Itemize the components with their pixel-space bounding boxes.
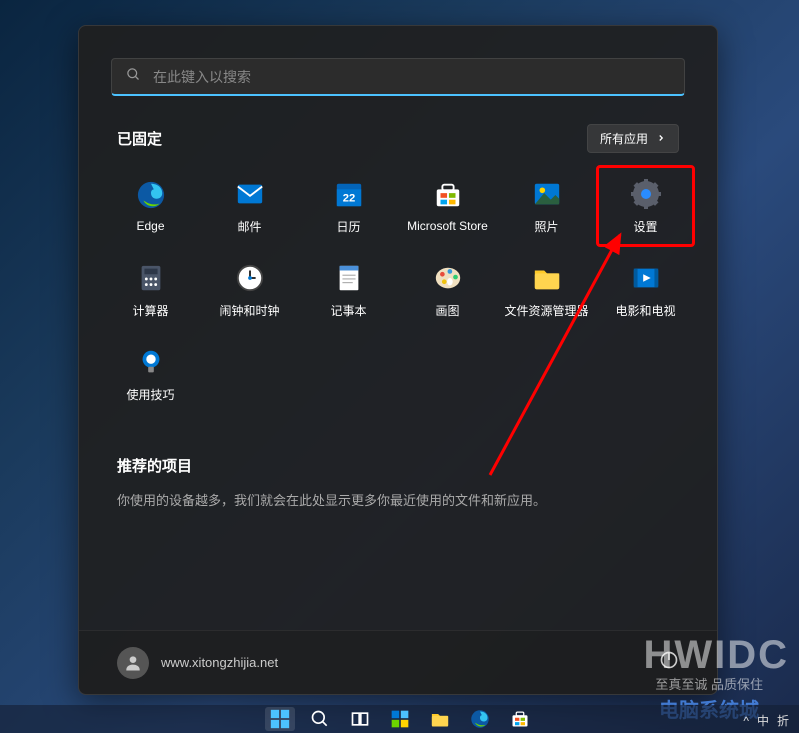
calculator-icon: [135, 262, 167, 294]
settings-icon: [630, 178, 662, 210]
taskbar: [0, 705, 799, 733]
taskbar-search-icon[interactable]: [305, 707, 335, 731]
app-tile-mail[interactable]: 邮件: [200, 165, 299, 247]
recommended-section: 推荐的项目 你使用的设备越多，我们就会在此处显示更多你最近使用的文件和新应用。: [117, 455, 679, 509]
movies-icon: [630, 262, 662, 294]
app-label: 画图: [435, 302, 459, 319]
edge-icon: [135, 179, 167, 211]
search-box[interactable]: [111, 58, 685, 96]
app-label: 日历: [336, 218, 360, 235]
app-label: Edge: [136, 219, 164, 233]
svg-text:22: 22: [342, 192, 355, 204]
app-label: 计算器: [132, 302, 168, 319]
recommended-empty-text: 你使用的设备越多，我们就会在此处显示更多你最近使用的文件和新应用。: [117, 490, 679, 509]
photos-icon: [531, 178, 563, 210]
user-avatar-icon: [117, 647, 149, 679]
all-apps-label: 所有应用: [600, 130, 648, 147]
app-label: 设置: [633, 218, 657, 235]
app-label: 使用技巧: [126, 386, 174, 403]
user-name-label: www.xitongzhijia.net: [161, 655, 278, 670]
taskbar-widgets-icon[interactable]: [385, 707, 415, 731]
search-input[interactable]: [153, 69, 670, 85]
chevron-right-icon: [656, 132, 666, 146]
clock-icon: [234, 262, 266, 294]
app-tile-notepad[interactable]: 记事本: [299, 249, 398, 331]
start-menu: 已固定 所有应用 Edge 邮件 22 日历 Microsoft Store 照片 设置计算…: [78, 25, 718, 695]
user-account-button[interactable]: www.xitongzhijia.net: [117, 647, 278, 679]
app-tile-calendar[interactable]: 22 日历: [299, 165, 398, 247]
notepad-icon: [333, 262, 365, 294]
tray-item[interactable]: ^: [743, 714, 749, 728]
explorer-icon: [531, 262, 563, 294]
system-tray: ^ 中折: [743, 712, 789, 729]
app-tile-edge[interactable]: Edge: [101, 165, 200, 247]
start-menu-footer: www.xitongzhijia.net: [79, 630, 717, 694]
app-label: 闹钟和时钟: [219, 302, 279, 319]
watermark-sub1: 至真至诚 品质保住: [655, 674, 763, 693]
app-tile-explorer[interactable]: 文件资源管理器: [497, 249, 596, 331]
app-tile-tips[interactable]: 使用技巧: [101, 333, 200, 415]
app-label: 电影和电视: [615, 302, 675, 319]
app-tile-clock[interactable]: 闹钟和时钟: [200, 249, 299, 331]
all-apps-button[interactable]: 所有应用: [587, 124, 679, 153]
watermark-main: HWIDC: [643, 633, 789, 678]
app-label: 记事本: [330, 302, 366, 319]
app-tile-movies[interactable]: 电影和电视: [596, 249, 695, 331]
taskbar-explorer-icon[interactable]: [425, 707, 455, 731]
pinned-header: 已固定 所有应用: [117, 124, 679, 153]
mail-icon: [234, 178, 266, 210]
taskbar-edge-icon[interactable]: [465, 707, 495, 731]
pinned-title: 已固定: [117, 128, 162, 149]
app-tile-settings[interactable]: 设置: [596, 165, 695, 247]
taskbar-store-icon[interactable]: [505, 707, 535, 731]
taskbar-taskview-icon[interactable]: [345, 707, 375, 731]
store-icon: [432, 179, 464, 211]
app-label: Microsoft Store: [407, 219, 488, 233]
tips-icon: [135, 346, 167, 378]
app-tile-paint[interactable]: 画图: [398, 249, 497, 331]
app-tile-store[interactable]: Microsoft Store: [398, 165, 497, 247]
recommended-title: 推荐的项目: [117, 455, 679, 476]
taskbar-start-icon[interactable]: [265, 707, 295, 731]
app-label: 照片: [534, 218, 558, 235]
tray-item[interactable]: 折: [777, 712, 789, 729]
app-label: 文件资源管理器: [504, 302, 588, 319]
app-tile-photos[interactable]: 照片: [497, 165, 596, 247]
paint-icon: [432, 262, 464, 294]
search-icon: [126, 67, 141, 87]
calendar-icon: 22: [333, 178, 365, 210]
app-tile-calculator[interactable]: 计算器: [101, 249, 200, 331]
tray-item[interactable]: 中: [757, 712, 769, 729]
pinned-apps-grid: Edge 邮件 22 日历 Microsoft Store 照片 设置计算器 闹钟和时钟 记事本…: [101, 165, 695, 415]
app-label: 邮件: [237, 218, 261, 235]
